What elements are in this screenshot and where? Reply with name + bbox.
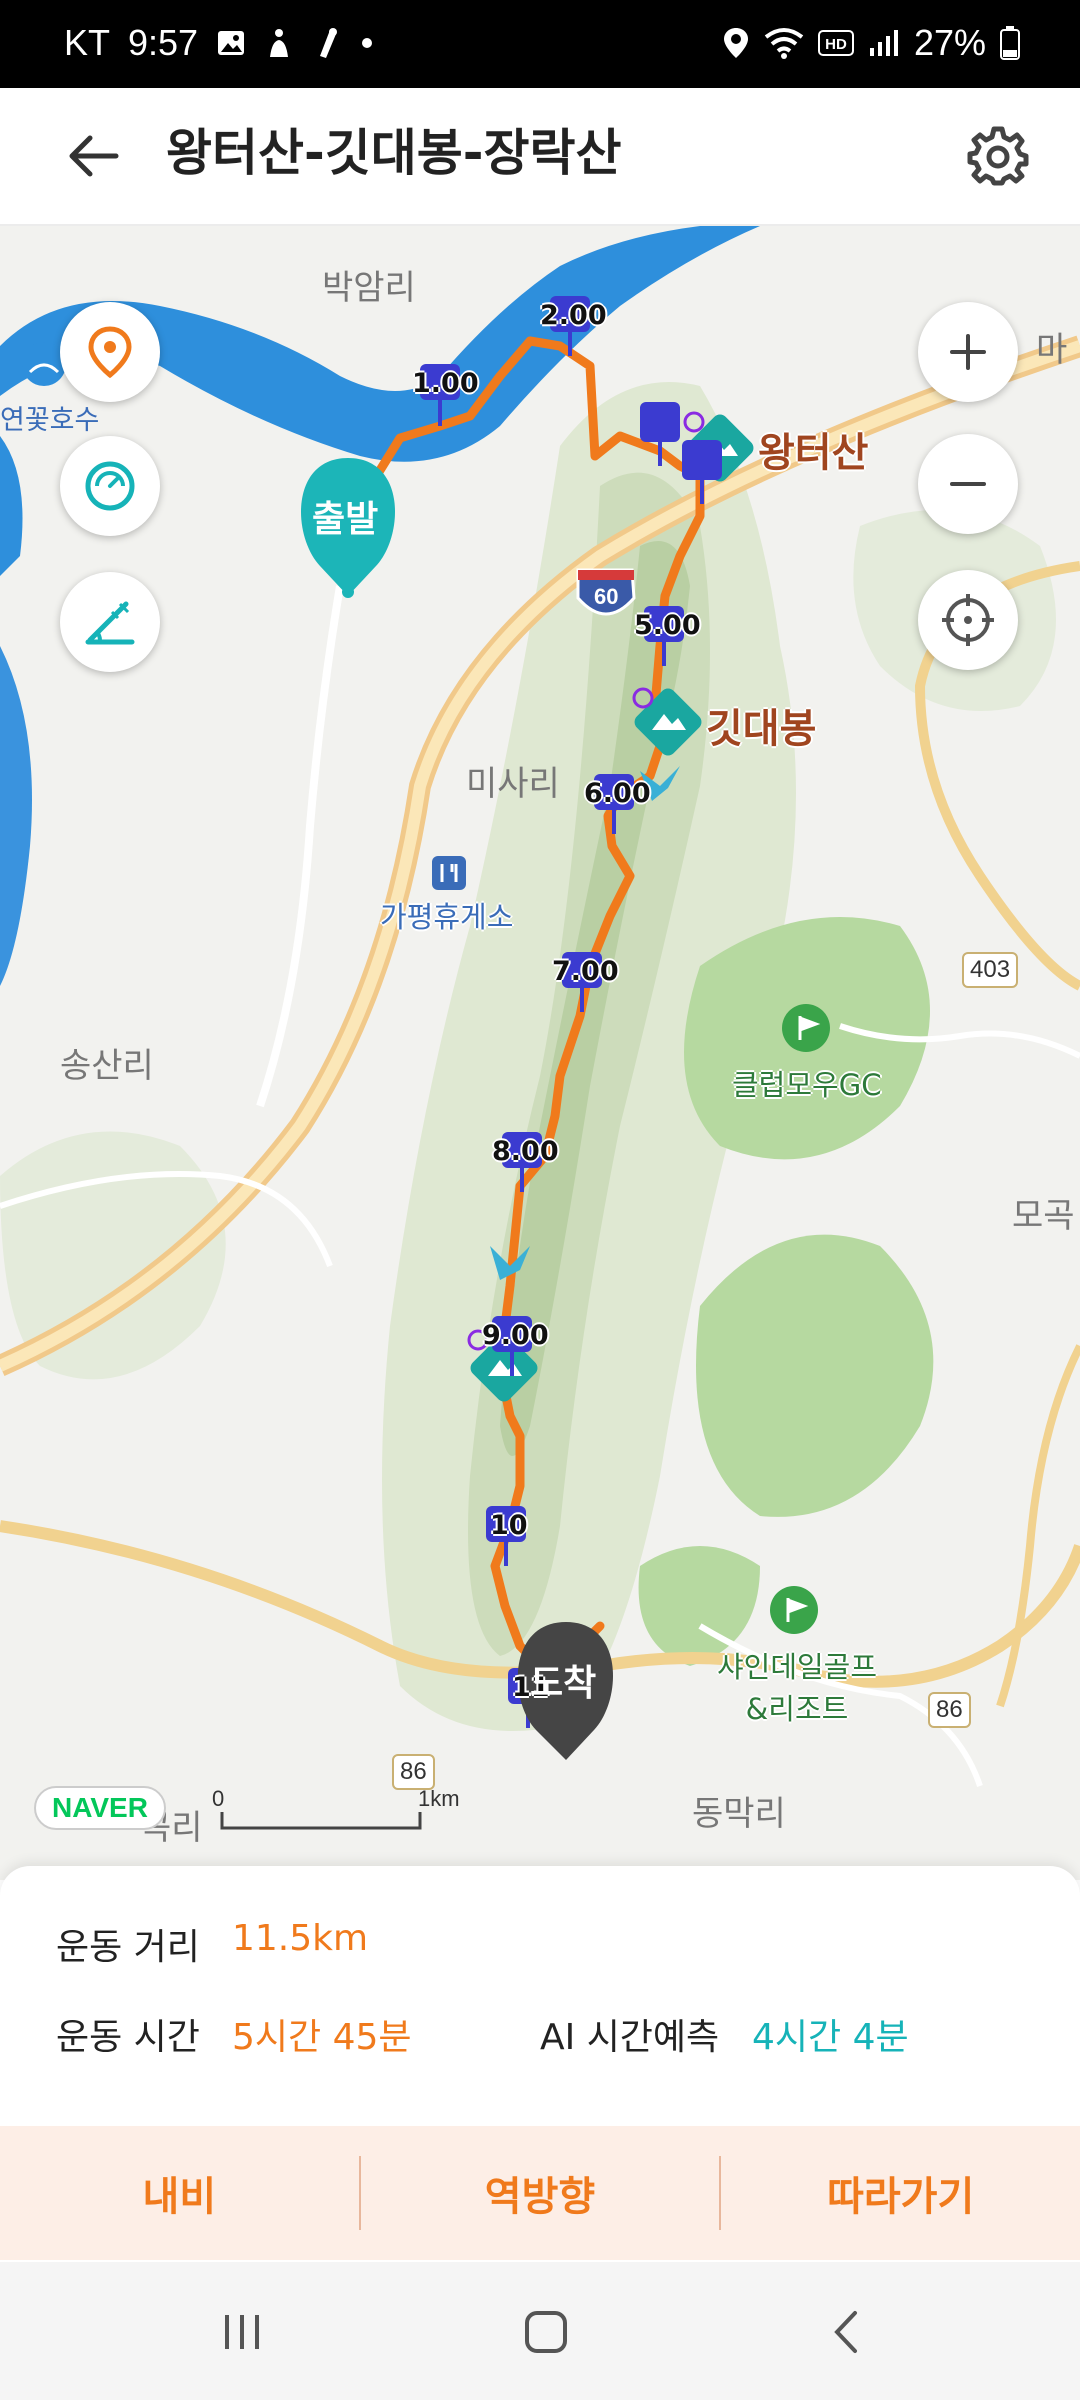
location-pin-icon[interactable]: [60, 302, 160, 402]
system-nav-bar: [0, 2262, 1080, 2400]
time-label: 운동 시간: [56, 2017, 200, 2058]
poi-label-club-gc: 클럽모우GC: [732, 1068, 882, 1102]
battery-icon: [1000, 26, 1020, 60]
action-bar: 내비 역방향 따라가기: [0, 2126, 1080, 2260]
battery-percent: 27%: [913, 22, 986, 63]
map-view[interactable]: 박암리 연꽃호수 미사리 송산리 동막리 마 모곡 곡리 왕터산 깃대봉 가평휴…: [0, 226, 1080, 1880]
back-chevron-icon[interactable]: [808, 2302, 888, 2362]
scale-zero: 0: [212, 1786, 225, 1811]
home-icon[interactable]: [506, 2302, 586, 2362]
place-label-ma: 마: [1036, 330, 1068, 370]
status-bar: KT 9:57 HD 27%: [0, 0, 1080, 88]
km-marker: 5.00: [634, 610, 701, 641]
route-info-sheet: 운동 거리 11.5km 운동 시간 5시간 45분 AI 시간예측 4시간 4…: [0, 1866, 1080, 2126]
signal-icon: [868, 28, 900, 58]
dot-icon: [360, 36, 374, 50]
distance-label: 운동 거리: [56, 1927, 200, 1968]
peak-label-wangteo: 왕터산: [758, 430, 869, 476]
gallery-icon: [216, 28, 246, 58]
poi-label-shine: 샤인데일골프 &리조트: [712, 1644, 882, 1728]
scale-one-km: 1km: [418, 1786, 460, 1811]
crosshair-icon[interactable]: [918, 570, 1018, 670]
carrier-label: KT: [64, 22, 111, 63]
plus-icon[interactable]: [918, 302, 1018, 402]
mic-icon: [312, 26, 342, 60]
navi-button[interactable]: 내비: [0, 2126, 359, 2260]
place-label-bakam: 박암리: [322, 268, 416, 308]
place-label-yeonkkot: 연꽃호수: [0, 405, 100, 436]
poi-label-rest-area: 가평휴게소: [380, 900, 514, 934]
ai-time-label: AI 시간예측: [540, 2017, 720, 2058]
poi-label-shine-line2: &리조트: [745, 1692, 849, 1726]
place-label-misa: 미사리: [466, 764, 560, 804]
location-icon: [722, 26, 750, 60]
road-badge-86-left: 86: [392, 1754, 435, 1790]
road-shield-60: 60: [594, 584, 619, 609]
place-label-dongmak: 동막리: [692, 1794, 786, 1834]
peak-label-gitdae: 깃대봉: [706, 706, 817, 752]
road-badge-403: 403: [962, 952, 1019, 988]
clock: 9:57: [128, 22, 199, 63]
road-badge-86-right: 86: [928, 1692, 971, 1728]
svg-text:HD: HD: [825, 36, 847, 53]
km-marker: 9.00: [482, 1320, 549, 1351]
app-header: 왕터산-깃대봉-장락산: [0, 88, 1080, 226]
wifi-icon: [764, 27, 804, 59]
end-pin[interactable]: 도착: [530, 1654, 596, 1706]
km-marker: 2.00: [540, 300, 607, 331]
km-marker: 6.00: [584, 778, 651, 809]
minus-icon[interactable]: [918, 434, 1018, 534]
follow-button[interactable]: 따라가기: [721, 2126, 1080, 2260]
distance-value: 11.5km: [232, 1918, 369, 1959]
km-marker: 8.00: [492, 1136, 559, 1167]
gear-icon[interactable]: [966, 124, 1030, 188]
km-marker: 7.00: [552, 956, 619, 987]
speedometer-icon[interactable]: [60, 436, 160, 536]
km-marker: 1.00: [412, 368, 479, 399]
start-pin[interactable]: 출발: [312, 490, 378, 542]
elevation-icon[interactable]: [60, 572, 160, 672]
accessibility-icon: [264, 27, 294, 59]
recent-apps-icon[interactable]: [202, 2302, 282, 2362]
page-title: 왕터산-깃대봉-장락산: [166, 124, 622, 182]
hd-icon: HD: [817, 30, 854, 56]
ai-time-value: 4시간 4분: [752, 2017, 909, 2058]
reverse-button[interactable]: 역방향: [361, 2126, 720, 2260]
naver-logo: NAVER: [34, 1786, 166, 1830]
place-label-mogok: 모곡: [1012, 1196, 1075, 1236]
back-arrow-icon[interactable]: [62, 124, 126, 188]
time-value: 5시간 45분: [232, 2017, 412, 2058]
poi-label-shine-line1: 샤인데일골프: [716, 1650, 878, 1684]
km-marker: 10: [490, 1510, 528, 1541]
place-label-songsan: 송산리: [60, 1046, 154, 1086]
